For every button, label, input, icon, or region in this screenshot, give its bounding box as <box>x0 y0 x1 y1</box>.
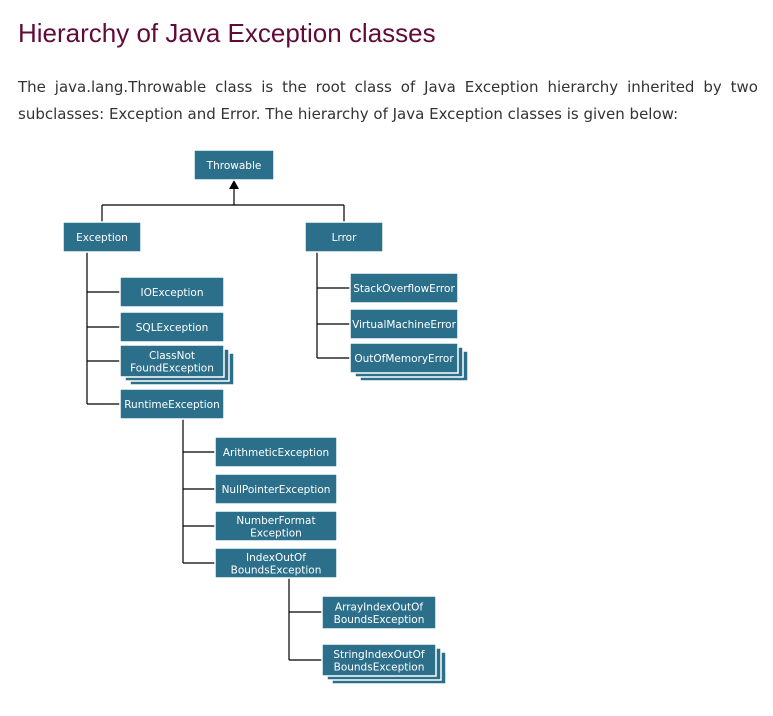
diagram-nodes: Throwable Exception Lrror IOException SQLExc… <box>62 149 469 685</box>
node-error: Lrror <box>304 221 384 253</box>
node-label: OutOfMemoryError <box>354 353 454 365</box>
node-label: NullPointerException <box>222 484 331 496</box>
node-label: IndexOutOf <box>246 552 306 564</box>
node-label: Exception <box>250 527 302 539</box>
node-label: RuntimeException <box>124 399 220 411</box>
node-label: BoundsException <box>231 564 322 576</box>
node-arithmetic: ArithmeticException <box>214 436 338 468</box>
node-classnotfound: ClassNotFoundException <box>119 344 235 386</box>
node-label: ClassNot <box>149 350 195 362</box>
node-ioexception: IOException <box>119 276 225 308</box>
node-nullpointer: NullPointerException <box>214 473 338 505</box>
node-label: BoundsException <box>334 614 425 626</box>
node-exception: Exception <box>62 221 142 253</box>
arrowhead-icon <box>229 180 239 189</box>
node-label: VirtualMachineError <box>352 319 457 331</box>
node-label: IOException <box>140 287 203 299</box>
node-label: SQLException <box>136 322 208 334</box>
node-label: ArrayIndexOutOf <box>335 601 423 613</box>
node-virtualmachine: VirtualMachineError <box>349 308 459 340</box>
node-label: Exception <box>76 232 128 244</box>
exception-hierarchy-diagram: Throwable Exception Lrror IOException SQLExc… <box>62 149 469 685</box>
node-outofmemory: OutOfMemoryError <box>349 342 469 382</box>
node-label: Throwable <box>206 160 262 172</box>
node-label: FoundException <box>130 362 214 374</box>
node-runtime: RuntimeException <box>119 388 225 420</box>
node-label: Lrror <box>332 232 357 244</box>
node-indexoutofbounds: IndexOutOfBoundsException <box>214 547 338 579</box>
node-label: StringIndexOutOf <box>333 649 425 661</box>
node-arrayindex: ArrayIndexOutOfBoundsException <box>321 595 437 630</box>
node-label: NumberFormat <box>236 515 315 527</box>
node-throwable: Throwable <box>193 149 275 181</box>
node-stringindex: StringIndexOutOfBoundsException <box>321 643 447 685</box>
node-label: ArithmeticException <box>223 447 329 459</box>
node-label: BoundsException <box>334 661 425 673</box>
node-numberformat: NumberFormatException <box>214 510 338 542</box>
node-stackoverflow: StackOverflowError <box>349 272 459 304</box>
node-label: StackOverflowError <box>353 283 455 295</box>
node-sqlexception: SQLException <box>119 311 225 343</box>
